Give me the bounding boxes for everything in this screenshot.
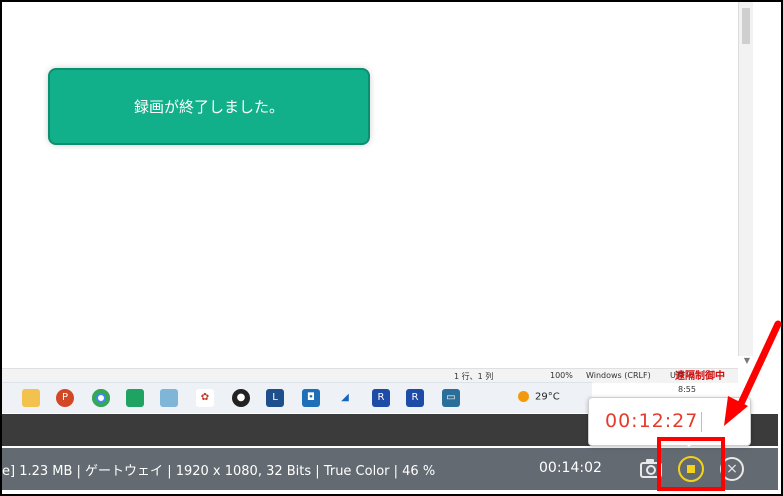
- elapsed-time: 00:14:02: [539, 460, 602, 476]
- line-ending: Windows (CRLF): [586, 371, 651, 380]
- r-app-icon[interactable]: R: [372, 389, 390, 407]
- scroll-thumb[interactable]: [742, 8, 750, 44]
- popup-divider: [701, 412, 702, 432]
- sun-icon: [518, 391, 529, 402]
- toast-message: 録画が終了しました。: [133, 98, 284, 116]
- recording-finished-toast: 録画が終了しました。: [50, 70, 368, 143]
- file-explorer-icon[interactable]: [22, 389, 40, 407]
- vertical-scrollbar[interactable]: [738, 2, 753, 356]
- chat-icon[interactable]: [126, 389, 144, 407]
- document-area[interactable]: [2, 2, 738, 352]
- remote-control-label: 遠隔制御中: [675, 371, 725, 382]
- recording-info: e] 1.23 MB | ゲートウェイ | 1920 x 1080, 32 Bi…: [2, 464, 436, 479]
- app-icon[interactable]: [160, 389, 178, 407]
- chrome-icon[interactable]: [92, 389, 110, 407]
- r-app-icon-2[interactable]: R: [406, 389, 424, 407]
- editor-status-bar: 1 行、1 列 100% Windows (CRLF) UTF-: [2, 368, 738, 383]
- shield-app-icon[interactable]: ◘: [302, 389, 320, 407]
- fan-icon[interactable]: ✿: [196, 389, 214, 407]
- app-l-icon[interactable]: L: [266, 389, 284, 407]
- monitor-app-icon[interactable]: ▭: [442, 389, 460, 407]
- scroll-down-arrow-icon[interactable]: ▼: [742, 356, 752, 366]
- annotation-highlight-box: [657, 437, 725, 491]
- obs-icon[interactable]: ●: [232, 389, 250, 407]
- clock-time: 8:55: [678, 385, 696, 394]
- popup-timer: 00:12:27: [605, 410, 699, 432]
- powerpoint-icon[interactable]: P: [56, 389, 74, 407]
- windows-taskbar: P ✿ ● L ◘ ◢ R R ▭ 29°C 8:55: [2, 382, 696, 413]
- close-icon: ×: [726, 461, 738, 477]
- fin-app-icon[interactable]: ◢: [336, 389, 354, 407]
- weather-widget[interactable]: 29°C: [518, 391, 560, 403]
- zoom-level: 100%: [550, 371, 573, 380]
- cursor-position: 1 行、1 列: [454, 372, 494, 381]
- temperature: 29°C: [535, 391, 560, 403]
